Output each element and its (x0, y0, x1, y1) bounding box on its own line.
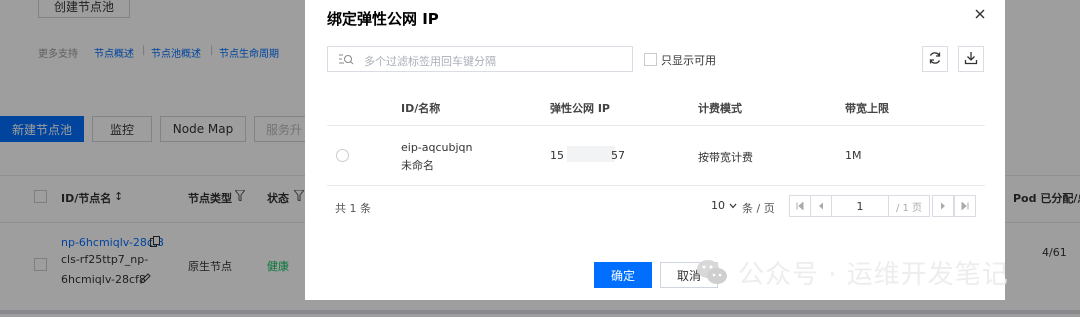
last-page-button[interactable] (954, 195, 976, 217)
watermark-text: 公众号 · 运维开发笔记 (738, 260, 1009, 290)
wechat-logo-icon (696, 256, 728, 288)
close-icon[interactable] (973, 8, 987, 22)
eip-id: eip-aqcubjqn (401, 141, 473, 154)
billing-mode: 按带宽计费 (698, 151, 753, 164)
search-placeholder: 多个过滤标签用回车键分隔 (364, 55, 496, 68)
search-icon (338, 53, 354, 69)
row-radio[interactable] (336, 149, 349, 162)
search-input[interactable]: 多个过滤标签用回车键分隔 (327, 46, 633, 72)
total-count: 共 1 条 (335, 202, 371, 215)
download-icon (964, 51, 978, 68)
eip-ip-prefix: 15 (550, 149, 564, 162)
only-available-label: 只显示可用 (661, 54, 716, 67)
refresh-icon (928, 51, 942, 68)
col-billing: 计费模式 (698, 102, 742, 115)
bandwidth-limit: 1M (845, 149, 862, 162)
col-id-name: ID/名称 (401, 102, 441, 115)
first-page-button[interactable] (789, 195, 811, 217)
total-pages: / 1 页 (888, 195, 930, 217)
eip-name: 未命名 (401, 159, 434, 172)
page-input[interactable]: 1 (831, 195, 889, 217)
confirm-button[interactable]: 确定 (594, 262, 652, 288)
ip-redaction-blur (567, 146, 615, 162)
next-page-button[interactable] (932, 195, 954, 217)
prev-page-button[interactable] (810, 195, 832, 217)
page-size-select[interactable]: 10 (711, 199, 737, 212)
dialog-title: 绑定弹性公网 IP (327, 10, 439, 28)
eip-ip-suffix: 57 (611, 149, 625, 162)
page-size-value: 10 (711, 199, 725, 212)
col-bandwidth: 带宽上限 (845, 102, 889, 115)
page-size-unit: 条 / 页 (742, 202, 775, 215)
chevron-down-icon (729, 199, 737, 212)
download-button[interactable] (958, 46, 984, 72)
refresh-button[interactable] (922, 46, 948, 72)
only-available-checkbox[interactable] (644, 53, 657, 66)
col-eip: 弹性公网 IP (550, 102, 610, 115)
